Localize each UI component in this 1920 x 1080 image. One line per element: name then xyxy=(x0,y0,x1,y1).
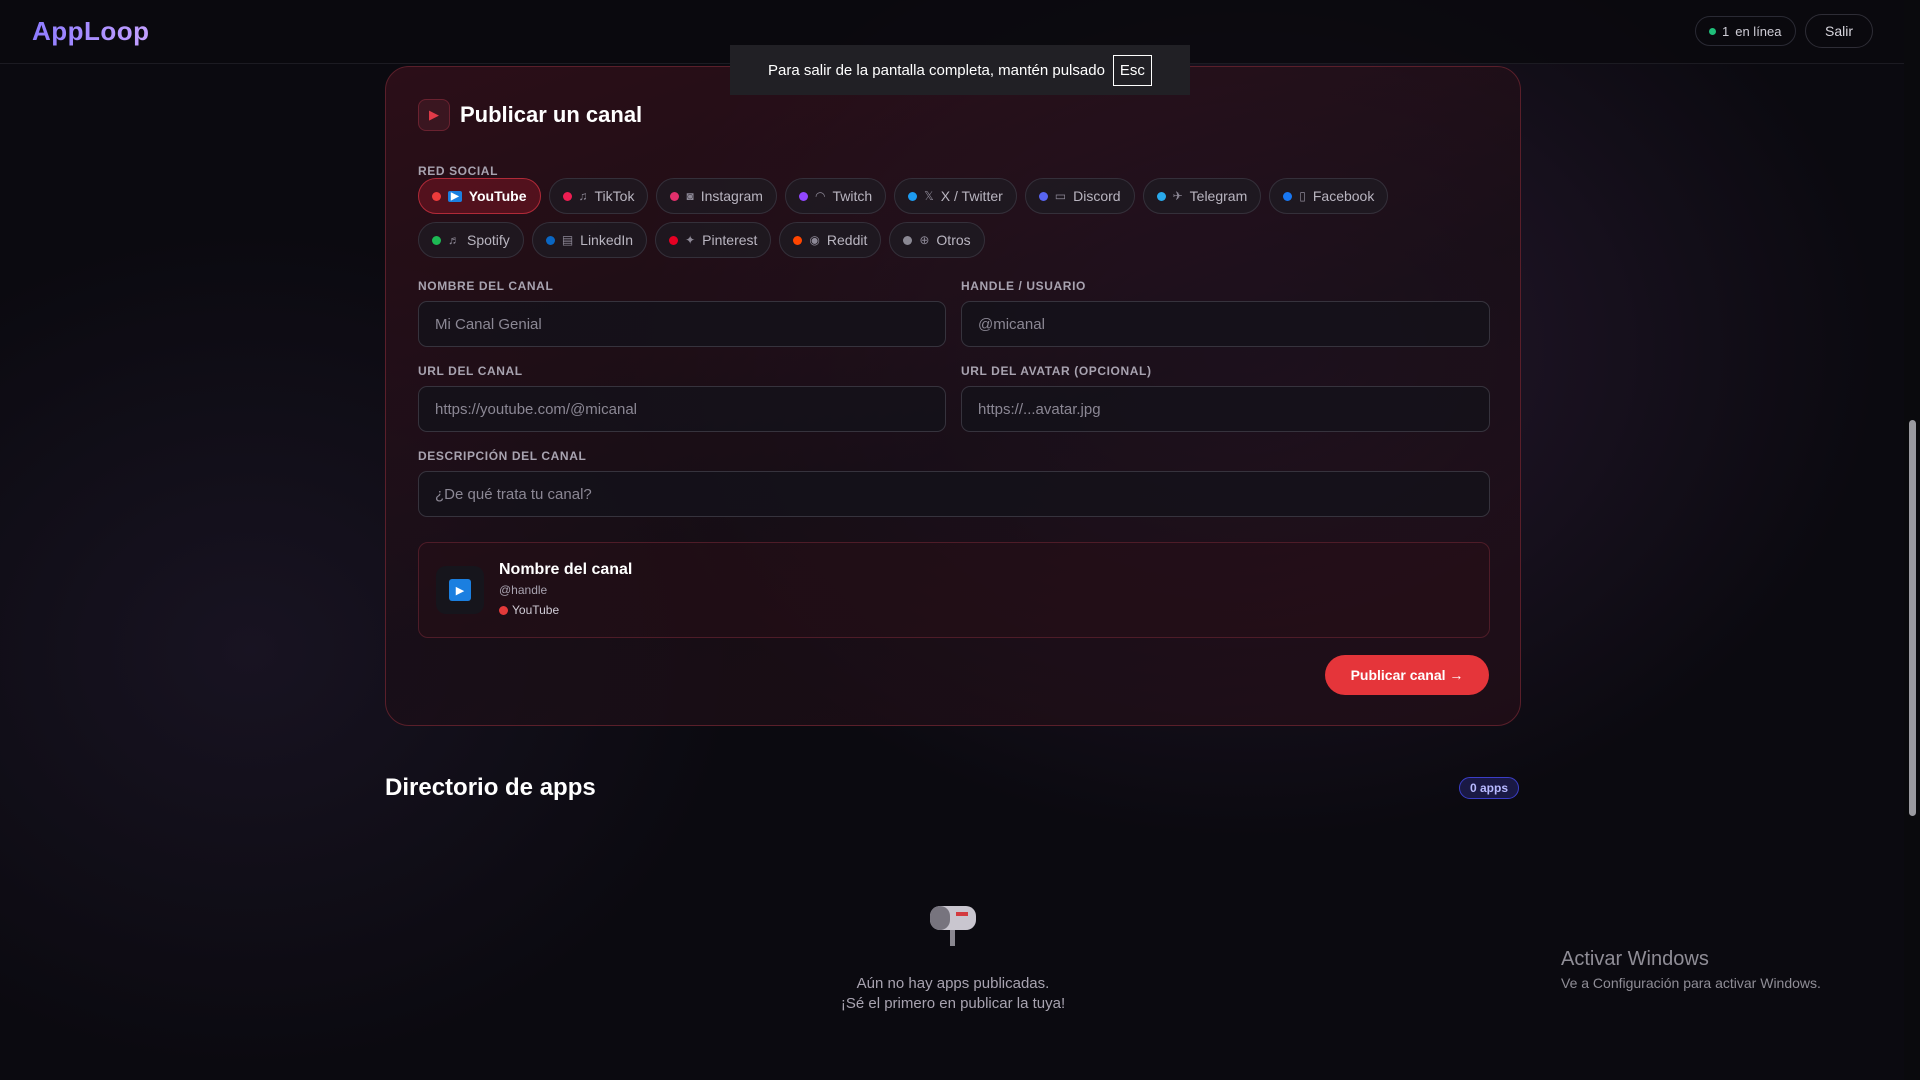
esc-key-badge: Esc xyxy=(1112,54,1152,86)
handle-label: Handle / usuario xyxy=(961,279,1086,293)
network-dot-icon xyxy=(908,191,918,201)
network-chip-pinterest[interactable]: ✦ Pinterest xyxy=(655,222,772,258)
handle-input[interactable] xyxy=(961,301,1490,347)
panel-header: ▶ Publicar un canal xyxy=(418,99,642,131)
network-dot-icon xyxy=(1283,191,1293,201)
chat-icon: ▭ xyxy=(1054,189,1067,203)
network-chip-label: X / Twitter xyxy=(940,188,1003,204)
broadcast-icon: ▶ xyxy=(418,99,450,131)
network-dot-icon xyxy=(903,235,913,245)
social-network-selector: ▶ YouTube ♫ TikTok ◙ Instagram ◠ Twitch 𝕏 X / Twi… xyxy=(418,178,1498,258)
preview-network-label: YouTube xyxy=(512,603,560,617)
preview-channel-name: Nombre del canal xyxy=(499,561,633,578)
network-chip-reddit[interactable]: ◉ Reddit xyxy=(779,222,882,258)
network-dot-icon xyxy=(562,191,572,201)
apps-count-badge: 0 apps xyxy=(1459,777,1520,799)
online-status-badge: 1 en línea xyxy=(1695,16,1796,46)
empty-line-2: ¡Sé el primero en publicar la tuya! xyxy=(840,995,1066,1012)
camera-icon: ◙ xyxy=(686,189,694,203)
preview-handle: @handle xyxy=(499,583,548,597)
network-chip-x-twitter[interactable]: 𝕏 X / Twitter xyxy=(894,178,1017,214)
online-dot-icon xyxy=(1709,27,1716,35)
network-chip-label: Telegram xyxy=(1189,188,1248,204)
briefcase-icon: ▤ xyxy=(561,233,574,247)
logout-button[interactable]: Salir xyxy=(1805,14,1873,48)
page-scrollbar[interactable] xyxy=(1904,0,1920,1080)
network-chip-label: Reddit xyxy=(826,232,868,248)
network-chip-label: Instagram xyxy=(700,188,763,204)
network-chip-label: LinkedIn xyxy=(580,232,634,248)
network-chip-label: Otros xyxy=(936,232,971,248)
network-dot-icon xyxy=(669,235,679,245)
network-chip-label: Discord xyxy=(1073,188,1121,204)
pin-icon: ✦ xyxy=(685,233,696,247)
network-dot-icon xyxy=(432,191,441,201)
network-chip-spotify[interactable]: ♬ Spotify xyxy=(418,222,524,258)
network-chip-label: Pinterest xyxy=(702,232,758,248)
mailbox-icon xyxy=(930,906,976,946)
preview-avatar: ▶ xyxy=(436,566,484,614)
description-input[interactable] xyxy=(418,471,1490,517)
publish-channel-panel: ▶ Publicar un canal Red social ▶ YouTube ♫… xyxy=(385,66,1521,726)
phone-icon: ▯ xyxy=(1299,189,1306,203)
headphones-icon: ♬ xyxy=(448,233,460,247)
network-chip-twitch[interactable]: ◠ Twitch xyxy=(784,178,887,214)
online-label: en línea xyxy=(1735,23,1782,39)
preview-network: YouTube xyxy=(499,603,559,617)
network-dot-icon xyxy=(798,191,808,201)
alien-icon: ◉ xyxy=(809,233,820,247)
play-icon: ▶ xyxy=(449,579,471,601)
publish-channel-button[interactable]: Publicar canal → xyxy=(1325,655,1489,695)
game-controller-icon: ◠ xyxy=(814,189,826,203)
network-chip-facebook[interactable]: ▯ Facebook xyxy=(1269,178,1389,214)
fullscreen-exit-toast: Para salir de la pantalla completa, mant… xyxy=(730,45,1190,95)
online-count: 1 xyxy=(1722,23,1730,39)
channel-url-label: URL del canal xyxy=(418,364,523,378)
watermark-subtitle: Ve a Configuración para activar Windows. xyxy=(1561,975,1821,991)
scrollbar-thumb[interactable] xyxy=(1909,420,1916,816)
fullscreen-toast-text: Para salir de la pantalla completa, mant… xyxy=(768,61,1105,79)
panel-title: Publicar un canal xyxy=(460,102,643,127)
network-dot-icon xyxy=(670,191,680,201)
channel-preview-card: ▶ Nombre del canal @handle YouTube xyxy=(418,542,1490,638)
channel-name-input[interactable] xyxy=(418,301,946,347)
network-chip-label: Spotify xyxy=(467,232,510,248)
empty-line-1: Aún no hay apps publicadas. xyxy=(856,975,1050,992)
plane-icon: ✈ xyxy=(1172,189,1183,203)
network-dot-icon xyxy=(545,235,555,245)
music-note-icon: ♫ xyxy=(578,189,588,203)
globe-icon: ⊕ xyxy=(919,233,930,247)
network-dot-icon xyxy=(1038,191,1048,201)
network-chip-linkedin[interactable]: ▤ LinkedIn xyxy=(531,222,648,258)
network-dot-icon xyxy=(793,235,803,245)
network-chip-tiktok[interactable]: ♫ TikTok xyxy=(548,178,649,214)
watermark-title: Activar Windows xyxy=(1561,948,1709,970)
network-chip-otros[interactable]: ⊕ Otros xyxy=(889,222,985,258)
network-dot-icon xyxy=(432,235,441,245)
network-dot-icon xyxy=(1156,191,1166,201)
network-chip-discord[interactable]: ▭ Discord xyxy=(1024,178,1135,214)
network-chip-label: TikTok xyxy=(594,188,635,204)
windows-activation-watermark: Activar Windows Ve a Configuración para … xyxy=(1561,948,1821,991)
description-label: Descripción del canal xyxy=(418,449,587,463)
app-logo[interactable]: AppLoop xyxy=(32,16,150,47)
network-chip-label: Twitch xyxy=(832,188,873,204)
channel-name-label: Nombre del canal xyxy=(418,279,554,293)
network-chip-label: YouTube xyxy=(468,188,527,204)
network-chip-telegram[interactable]: ✈ Telegram xyxy=(1142,178,1262,214)
avatar-url-label: URL del avatar (opcional) xyxy=(961,364,1152,378)
network-chip-label: Facebook xyxy=(1312,188,1375,204)
x-icon: 𝕏 xyxy=(924,189,934,203)
empty-state-message: Aún no hay apps publicadas. ¡Sé el prime… xyxy=(760,974,1146,1014)
social-network-label: Red social xyxy=(418,164,499,178)
avatar-url-input[interactable] xyxy=(961,386,1490,432)
network-chip-youtube[interactable]: ▶ YouTube xyxy=(418,178,541,214)
network-dot-icon xyxy=(499,605,508,615)
play-icon: ▶ xyxy=(448,190,462,202)
network-chip-instagram[interactable]: ◙ Instagram xyxy=(656,178,777,214)
channel-url-input[interactable] xyxy=(418,386,946,432)
directory-title: Directorio de apps xyxy=(385,774,596,801)
